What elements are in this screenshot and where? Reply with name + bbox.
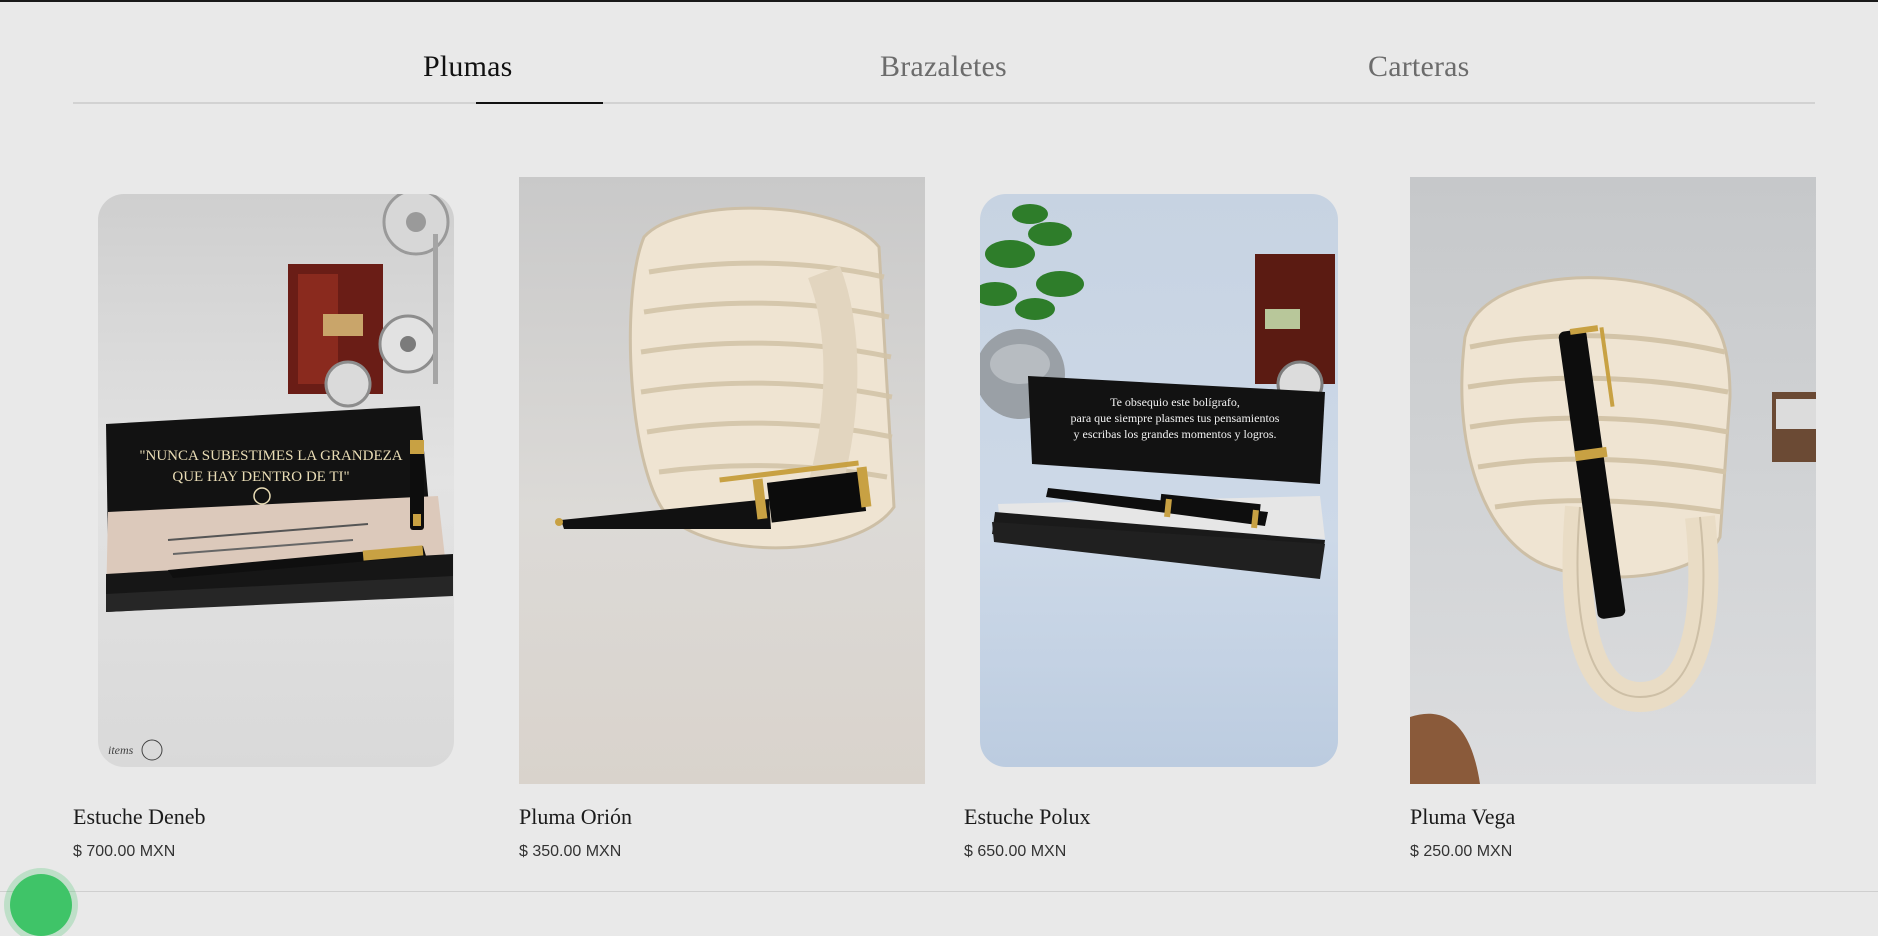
product-price: $ 250.00 MXN	[1410, 843, 1513, 860]
product-image-deneb[interactable]: "NUNCA SUBESTIMES LA GRANDEZA QUE HAY DE…	[98, 194, 454, 767]
product-name[interactable]: Pluma Orión	[519, 804, 632, 830]
top-border	[0, 0, 1878, 2]
product-image-vega[interactable]	[1410, 177, 1816, 784]
svg-text:"NUNCA SUBESTIMES LA GRANDEZA: "NUNCA SUBESTIMES LA GRANDEZA	[139, 448, 402, 464]
product-price: $ 350.00 MXN	[519, 843, 622, 860]
product-image-orion[interactable]	[519, 177, 925, 784]
product-price: $ 700.00 MXN	[73, 843, 176, 860]
tab-plumas[interactable]: Plumas	[423, 50, 513, 84]
category-tabs: Plumas Brazaletes Carteras	[73, 40, 1815, 104]
product-image-polux[interactable]: Te obsequio este bolígrafo, para que sie…	[980, 194, 1338, 767]
page-bottom-divider	[0, 891, 1878, 892]
svg-text:Te obsequio este bolígrafo,: Te obsequio este bolígrafo,	[1110, 395, 1240, 409]
tab-carteras[interactable]: Carteras	[1368, 50, 1470, 84]
product-name[interactable]: Estuche Polux	[964, 804, 1091, 830]
svg-text:y escribas los grandes momento: y escribas los grandes momentos y logros…	[1074, 427, 1277, 441]
tabs-divider	[73, 102, 1815, 104]
product-name[interactable]: Pluma Vega	[1410, 804, 1515, 830]
product-name[interactable]: Estuche Deneb	[73, 804, 206, 830]
svg-text:QUE HAY DENTRO DE TI": QUE HAY DENTRO DE TI"	[172, 469, 349, 485]
tab-brazaletes[interactable]: Brazaletes	[880, 50, 1007, 84]
active-tab-indicator	[476, 102, 603, 104]
whatsapp-button[interactable]	[10, 874, 72, 936]
svg-text:para que siempre plasmes tus p: para que siempre plasmes tus pensamiento…	[1071, 411, 1280, 425]
product-price: $ 650.00 MXN	[964, 843, 1067, 860]
svg-text:items: items	[108, 743, 134, 757]
